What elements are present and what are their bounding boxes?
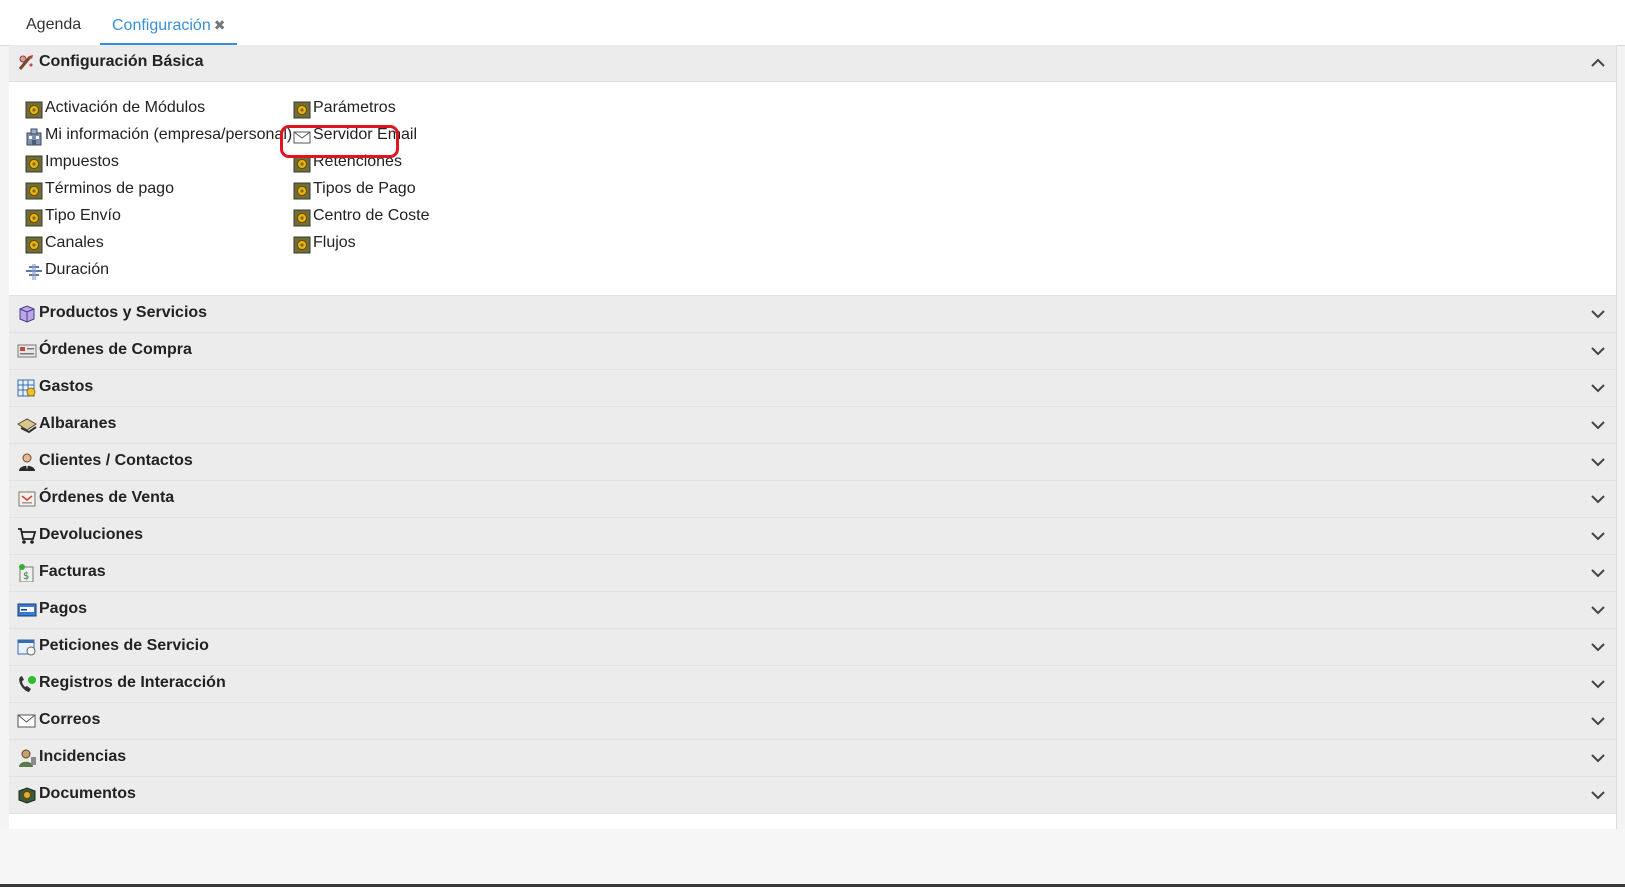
- tab-agenda[interactable]: Agenda: [26, 14, 81, 44]
- duration-icon: [26, 264, 42, 280]
- menu-item-label: Mi información (empresa/personal): [45, 126, 293, 143]
- chevron-down-icon[interactable]: [1590, 530, 1606, 542]
- menu-item-label: Duración: [45, 261, 110, 278]
- tab-agenda-label: Agenda: [26, 16, 82, 33]
- invoice-icon: $: [19, 564, 34, 582]
- chevron-down-icon[interactable]: [1590, 604, 1606, 616]
- section-title: Productos y Servicios: [39, 304, 208, 321]
- documents-icon: [18, 787, 36, 804]
- highlight-annotation: [280, 125, 399, 158]
- chevron-down-icon[interactable]: [1590, 715, 1606, 727]
- chevron-down-icon[interactable]: [1590, 641, 1606, 653]
- expenses-icon: [17, 379, 36, 397]
- phone-interaction-icon: [19, 676, 36, 692]
- chevron-down-icon[interactable]: [1590, 567, 1606, 579]
- section-body-configuracion-basica: Activación de Módulos Mi información (em…: [9, 82, 1616, 296]
- section-title: Registros de Interacción: [39, 674, 226, 691]
- section-title: Facturas: [39, 563, 106, 580]
- service-request-icon: [17, 639, 36, 656]
- chevron-down-icon[interactable]: [1590, 382, 1606, 394]
- section-header-pagos[interactable]: Pagos: [9, 592, 1616, 629]
- tab-configuracion[interactable]: Configuración ✖: [100, 14, 238, 46]
- gear-box-icon: [25, 182, 43, 200]
- section-header-facturas[interactable]: $ Facturas: [9, 555, 1616, 592]
- chevron-down-icon[interactable]: [1590, 493, 1606, 505]
- section-header-gastos[interactable]: Gastos: [9, 370, 1616, 407]
- section-title: Incidencias: [39, 748, 127, 765]
- section-title: Gastos: [39, 378, 94, 395]
- chevron-down-icon[interactable]: [1590, 678, 1606, 690]
- menu-item-label: Activación de Módulos: [45, 99, 206, 116]
- chevron-down-icon[interactable]: [1590, 308, 1606, 320]
- gear-box-icon: [25, 101, 43, 119]
- section-title: Correos: [39, 711, 101, 728]
- section-header-albaranes[interactable]: Albaranes: [9, 407, 1616, 444]
- chevron-down-icon[interactable]: [1590, 456, 1606, 468]
- menu-item-label: Impuestos: [45, 153, 119, 170]
- company-building-icon: [26, 128, 42, 146]
- envelope-icon: [17, 714, 36, 728]
- menu-item-label: Canales: [45, 234, 104, 251]
- purchase-order-icon: [17, 344, 37, 358]
- section-title: Clientes / Contactos: [39, 452, 193, 469]
- gear-box-icon: [293, 236, 311, 254]
- incident-person-icon: [19, 749, 36, 767]
- chevron-down-icon[interactable]: [1590, 345, 1606, 357]
- menu-item-label: Centro de Coste: [313, 207, 430, 224]
- cart-return-icon: [18, 528, 37, 544]
- credit-card-icon: [17, 603, 37, 617]
- section-title: Configuración Básica: [39, 53, 204, 70]
- section-title: Órdenes de Compra: [39, 341, 192, 358]
- section-header-configuracion-basica[interactable]: Configuración Básica: [9, 45, 1616, 82]
- section-header-productos-servicios[interactable]: Productos y Servicios: [9, 296, 1616, 333]
- menu-item-label: Parámetros: [313, 99, 396, 116]
- gear-box-icon: [25, 236, 43, 254]
- menu-item-label: Términos de pago: [45, 180, 174, 197]
- section-header-incidencias[interactable]: Incidencias: [9, 740, 1616, 777]
- chevron-down-icon[interactable]: [1590, 752, 1606, 764]
- page: Agenda Configuración ✖ Configuración Bási…: [0, 0, 1625, 887]
- chevron-down-icon[interactable]: [1590, 789, 1606, 801]
- section-header-documentos[interactable]: Documentos: [9, 777, 1616, 814]
- product-box-icon: [19, 305, 35, 323]
- sales-order-icon: [18, 491, 36, 507]
- section-header-registros-interaccion[interactable]: Registros de Interacción: [9, 666, 1616, 703]
- configuration-accordion: Configuración Básica Activación de Módul…: [9, 45, 1617, 829]
- section-header-peticiones-servicio[interactable]: Peticiones de Servicio: [9, 629, 1616, 666]
- svg-text:$: $: [23, 571, 29, 582]
- section-title: Peticiones de Servicio: [39, 637, 209, 654]
- menu-item-label: Flujos: [313, 234, 356, 251]
- section-header-ordenes-venta[interactable]: Órdenes de Venta: [9, 481, 1616, 518]
- chevron-down-icon[interactable]: [1590, 419, 1606, 431]
- tab-bar: Agenda Configuración ✖: [0, 0, 1625, 46]
- tab-configuracion-label: Configuración: [112, 17, 211, 34]
- settings-wand-icon: [18, 55, 33, 70]
- section-header-ordenes-compra[interactable]: Órdenes de Compra: [9, 333, 1616, 370]
- gear-box-icon: [293, 101, 311, 119]
- close-tab-icon[interactable]: ✖: [214, 17, 226, 33]
- contact-person-icon: [19, 453, 35, 471]
- chevron-up-icon[interactable]: [1590, 57, 1606, 69]
- gear-box-icon: [293, 209, 311, 227]
- gear-box-icon: [25, 155, 43, 173]
- delivery-note-icon: [17, 418, 37, 434]
- section-title: Devoluciones: [39, 526, 144, 543]
- menu-item-label: Tipo Envío: [45, 207, 121, 224]
- gear-box-icon: [293, 182, 311, 200]
- gear-box-icon: [25, 209, 43, 227]
- section-title: Pagos: [39, 600, 88, 617]
- section-title: Documentos: [39, 785, 136, 802]
- section-header-correos[interactable]: Correos: [9, 703, 1616, 740]
- section-title: Albaranes: [39, 415, 117, 432]
- bottom-strip: [0, 829, 1625, 887]
- section-header-clientes-contactos[interactable]: Clientes / Contactos: [9, 444, 1616, 481]
- section-header-devoluciones[interactable]: Devoluciones: [9, 518, 1616, 555]
- section-title: Órdenes de Venta: [39, 489, 175, 506]
- menu-item-label: Tipos de Pago: [313, 180, 416, 197]
